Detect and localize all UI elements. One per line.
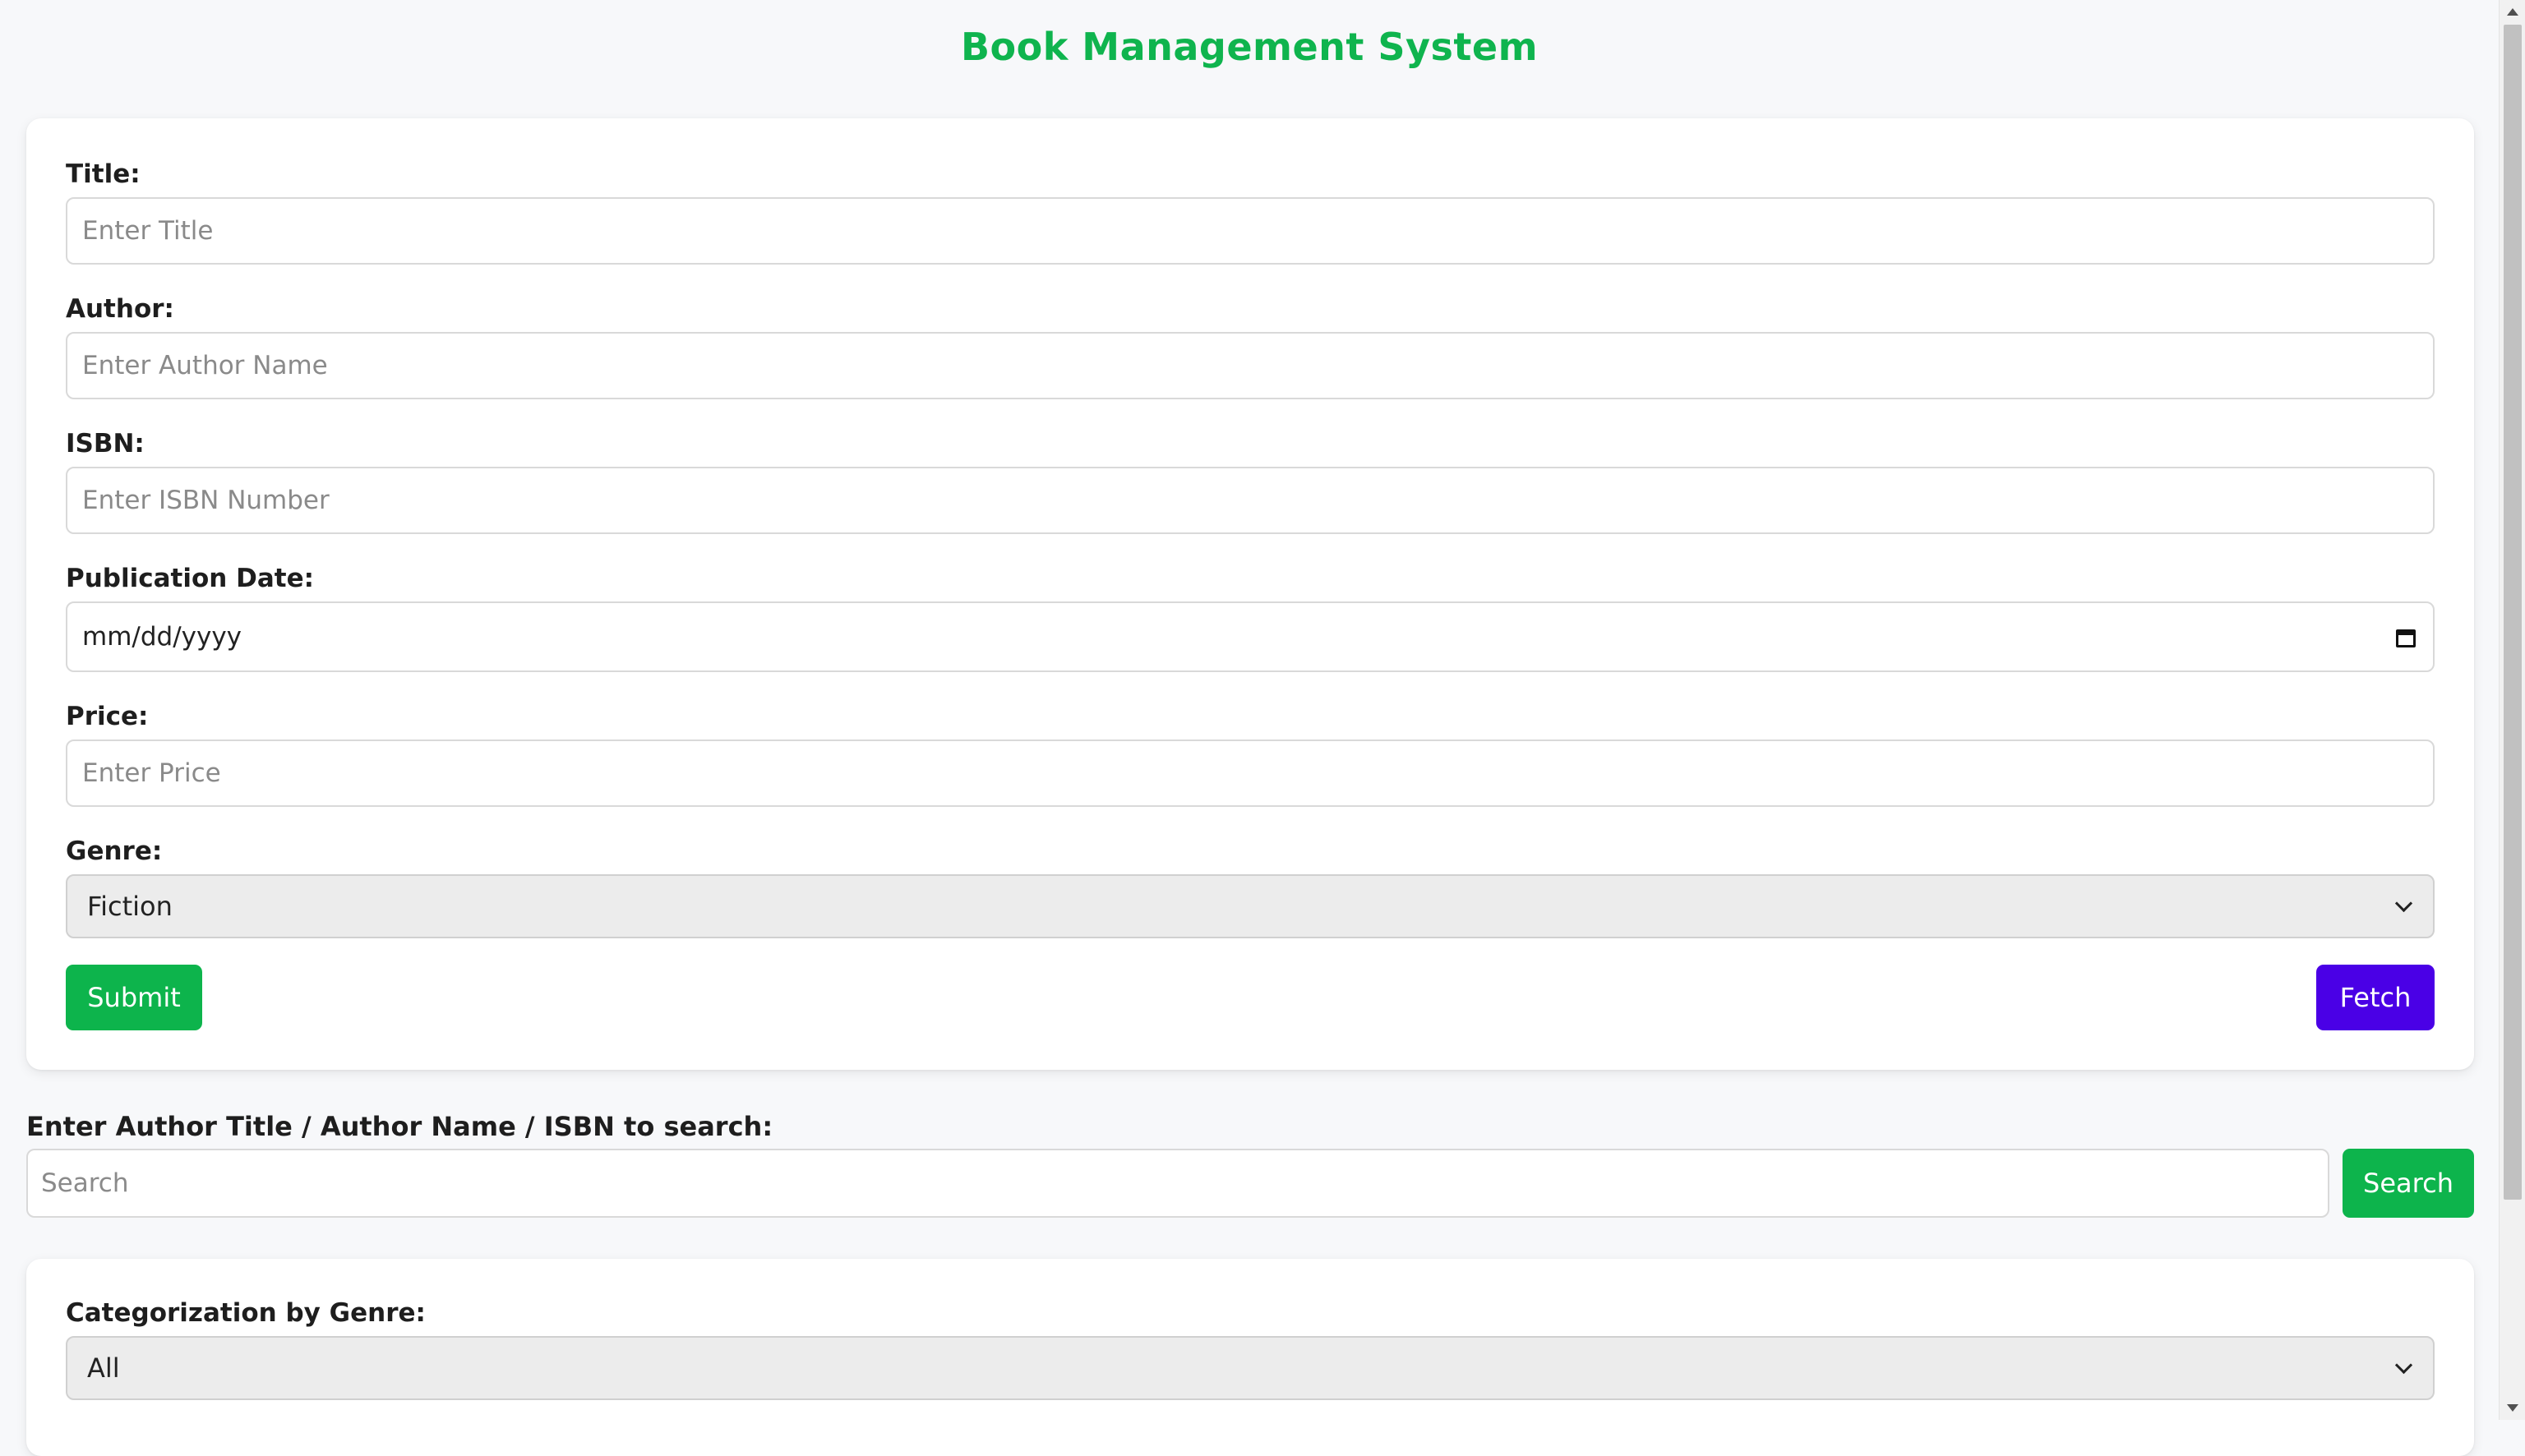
search-input[interactable] bbox=[26, 1149, 2329, 1218]
categorization-selected-value: All bbox=[87, 1352, 120, 1384]
fetch-button[interactable]: Fetch bbox=[2316, 965, 2435, 1030]
page-title: Book Management System bbox=[960, 25, 1539, 69]
author-input[interactable] bbox=[66, 332, 2435, 399]
genre-selected-value: Fiction bbox=[87, 891, 173, 922]
page: Book Management System Title: Author: IS… bbox=[0, 0, 2499, 1456]
chevron-down-icon bbox=[2394, 894, 2413, 912]
author-label: Author: bbox=[66, 294, 174, 324]
submit-button[interactable]: Submit bbox=[66, 965, 202, 1030]
publication-date-input[interactable]: mm/dd/yyyy bbox=[66, 601, 2435, 672]
price-label: Price: bbox=[66, 702, 149, 731]
publication-date-label: Publication Date: bbox=[66, 564, 315, 593]
search-button[interactable]: Search bbox=[2343, 1149, 2474, 1218]
book-form-card: Title: Author: ISBN: Publication Date: m… bbox=[26, 118, 2474, 1070]
title-input[interactable] bbox=[66, 197, 2435, 265]
categorization-card: Categorization by Genre: All bbox=[26, 1259, 2474, 1456]
scroll-down-arrow-icon[interactable] bbox=[2507, 1404, 2518, 1412]
isbn-input[interactable] bbox=[66, 467, 2435, 534]
isbn-label: ISBN: bbox=[66, 429, 145, 458]
search-label: Enter Author Title / Author Name / ISBN … bbox=[26, 1111, 773, 1142]
genre-label: Genre: bbox=[66, 836, 163, 866]
calendar-icon[interactable] bbox=[2393, 624, 2418, 649]
price-input[interactable] bbox=[66, 740, 2435, 807]
scrollbar-thumb[interactable] bbox=[2504, 25, 2522, 1200]
categorization-select[interactable]: All bbox=[66, 1336, 2435, 1400]
vertical-scrollbar[interactable] bbox=[2499, 0, 2525, 1420]
categorization-label: Categorization by Genre: bbox=[66, 1298, 426, 1328]
date-value: mm/dd/yyyy bbox=[82, 622, 242, 652]
title-label: Title: bbox=[66, 159, 141, 189]
scroll-up-arrow-icon[interactable] bbox=[2507, 8, 2518, 16]
genre-select[interactable]: Fiction bbox=[66, 874, 2435, 938]
chevron-down-icon bbox=[2394, 1356, 2413, 1374]
